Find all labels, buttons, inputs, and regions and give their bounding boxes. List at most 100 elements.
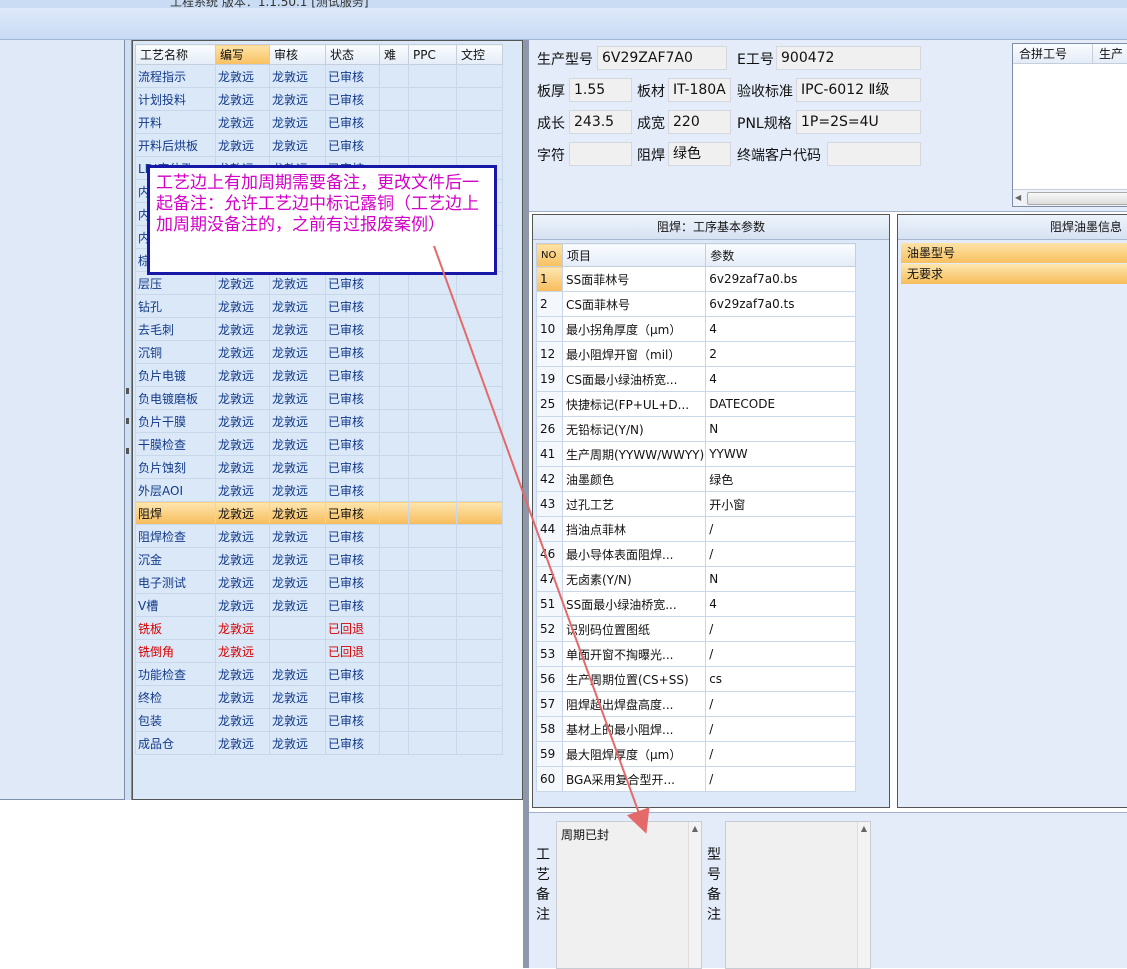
table-cell[interactable]: V槽 xyxy=(135,593,216,617)
table-cell[interactable]: 龙敦远 xyxy=(215,639,270,663)
table-row[interactable]: 包装 龙敦远 龙敦远 已审核 xyxy=(135,708,503,732)
table-cell[interactable]: 已审核 xyxy=(325,87,380,111)
param-item[interactable]: 过孔工艺 xyxy=(561,491,707,517)
table-cell[interactable] xyxy=(379,639,409,663)
table-cell[interactable] xyxy=(408,547,457,571)
table-row[interactable]: 阻焊检查 龙敦远 龙敦远 已审核 xyxy=(135,524,503,548)
table-cell[interactable] xyxy=(379,662,409,686)
process-remark-scrollbar[interactable]: ▲ xyxy=(688,822,701,968)
table-cell[interactable] xyxy=(379,317,409,341)
param-value[interactable]: / xyxy=(705,641,857,667)
param-row[interactable]: 1 SS面菲林号 6v29zaf7a0.bs xyxy=(536,266,857,292)
table-cell[interactable] xyxy=(456,317,503,341)
param-no[interactable]: 2 xyxy=(536,291,563,317)
param-no[interactable]: 58 xyxy=(536,716,563,742)
table-row[interactable]: 负片蚀刻 龙敦远 龙敦远 已审核 xyxy=(135,455,503,479)
param-item[interactable]: 生产周期(YYWW/WWYY) xyxy=(561,441,707,467)
table-cell[interactable]: 龙敦远 xyxy=(215,662,270,686)
param-item[interactable]: 最小导体表面阻焊... xyxy=(561,541,707,567)
table-cell[interactable] xyxy=(456,432,503,456)
width-field[interactable]: 220 xyxy=(668,110,731,134)
table-cell[interactable]: 已回退 xyxy=(325,616,380,640)
table-cell[interactable] xyxy=(456,478,503,502)
table-row[interactable]: 铣倒角 龙敦远 已回退 xyxy=(135,639,503,663)
table-cell[interactable] xyxy=(379,708,409,732)
table-cell[interactable] xyxy=(408,64,457,88)
table-cell[interactable]: 已审核 xyxy=(325,708,380,732)
param-row[interactable]: 53 单面开窗不掏曝光... / xyxy=(536,641,857,667)
table-cell[interactable]: 成品仓 xyxy=(135,731,216,755)
param-no[interactable]: 59 xyxy=(536,741,563,767)
table-cell[interactable] xyxy=(408,616,457,640)
table-cell[interactable]: 开料后烘板 xyxy=(135,133,216,157)
table-cell[interactable] xyxy=(379,432,409,456)
table-cell[interactable] xyxy=(456,64,503,88)
table-cell[interactable] xyxy=(408,478,457,502)
combine-list[interactable]: 合拼工号 生产 ◀ xyxy=(1012,43,1127,207)
table-cell[interactable] xyxy=(456,133,503,157)
table-row[interactable]: 开料 龙敦远 龙敦远 已审核 xyxy=(135,110,503,134)
table-cell[interactable] xyxy=(408,363,457,387)
param-no[interactable]: 19 xyxy=(536,366,563,392)
param-value[interactable]: N xyxy=(705,566,857,592)
table-cell[interactable] xyxy=(408,685,457,709)
table-cell[interactable]: 已审核 xyxy=(325,478,380,502)
table-cell[interactable]: 龙敦远 xyxy=(215,133,270,157)
param-value[interactable]: 绿色 xyxy=(705,466,857,492)
param-item[interactable]: 单面开窗不掏曝光... xyxy=(561,641,707,667)
table-cell[interactable]: 龙敦远 xyxy=(269,708,326,732)
table-cell[interactable]: 龙敦远 xyxy=(269,64,326,88)
table-cell[interactable]: 铣板 xyxy=(135,616,216,640)
table-cell[interactable]: 已审核 xyxy=(325,133,380,157)
proc-col-5[interactable]: PPC xyxy=(408,44,457,65)
table-cell[interactable]: 龙敦远 xyxy=(215,685,270,709)
table-cell[interactable] xyxy=(456,547,503,571)
table-cell[interactable]: 龙敦远 xyxy=(215,501,270,525)
table-cell[interactable]: 龙敦远 xyxy=(269,133,326,157)
table-cell[interactable]: 龙敦远 xyxy=(269,662,326,686)
table-cell[interactable]: 已审核 xyxy=(325,524,380,548)
param-value[interactable]: / xyxy=(705,716,857,742)
table-cell[interactable] xyxy=(408,386,457,410)
table-cell[interactable]: 已审核 xyxy=(325,570,380,594)
table-cell[interactable]: 龙敦远 xyxy=(269,593,326,617)
table-cell[interactable]: 负片干膜 xyxy=(135,409,216,433)
table-cell[interactable]: 沉铜 xyxy=(135,340,216,364)
table-cell[interactable] xyxy=(408,524,457,548)
param-row[interactable]: 41 生产周期(YYWW/WWYY) YYWW xyxy=(536,441,857,467)
material-field[interactable]: IT-180A xyxy=(668,78,731,102)
param-value[interactable]: 4 xyxy=(705,366,857,392)
combine-col-eno[interactable]: 合拼工号 xyxy=(1013,44,1093,64)
table-cell[interactable]: 负片电镀 xyxy=(135,363,216,387)
table-cell[interactable] xyxy=(379,64,409,88)
table-cell[interactable] xyxy=(379,685,409,709)
table-cell[interactable]: 龙敦远 xyxy=(215,64,270,88)
param-no[interactable]: 46 xyxy=(536,541,563,567)
table-cell[interactable]: 龙敦远 xyxy=(269,570,326,594)
table-cell[interactable]: 已审核 xyxy=(325,501,380,525)
param-no[interactable]: 25 xyxy=(536,391,563,417)
table-cell[interactable] xyxy=(379,455,409,479)
table-cell[interactable]: 龙敦远 xyxy=(215,478,270,502)
table-cell[interactable]: 龙敦远 xyxy=(269,478,326,502)
table-cell[interactable] xyxy=(379,570,409,594)
param-item[interactable]: 快捷标记(FP+UL+D... xyxy=(561,391,707,417)
param-row[interactable]: 42 油墨颜色 绿色 xyxy=(536,466,857,492)
table-row[interactable]: 功能检查 龙敦远 龙敦远 已审核 xyxy=(135,662,503,686)
param-value[interactable]: N xyxy=(705,416,857,442)
table-cell[interactable] xyxy=(379,133,409,157)
table-cell[interactable] xyxy=(456,593,503,617)
table-row[interactable]: 铣板 龙敦远 已回退 xyxy=(135,616,503,640)
table-cell[interactable] xyxy=(456,110,503,134)
table-cell[interactable]: 龙敦远 xyxy=(215,386,270,410)
customer-field[interactable] xyxy=(827,142,921,166)
table-cell[interactable]: 电子测试 xyxy=(135,570,216,594)
param-item[interactable]: 无铅标记(Y/N) xyxy=(561,416,707,442)
table-cell[interactable]: 龙敦远 xyxy=(215,363,270,387)
param-row[interactable]: 10 最小拐角厚度（μm） 4 xyxy=(536,316,857,342)
param-row[interactable]: 12 最小阻焊开窗（mil） 2 xyxy=(536,341,857,367)
table-cell[interactable]: 流程指示 xyxy=(135,64,216,88)
table-cell[interactable]: 干膜检查 xyxy=(135,432,216,456)
table-cell[interactable] xyxy=(456,501,503,525)
param-item[interactable]: CS面菲林号 xyxy=(561,291,707,317)
